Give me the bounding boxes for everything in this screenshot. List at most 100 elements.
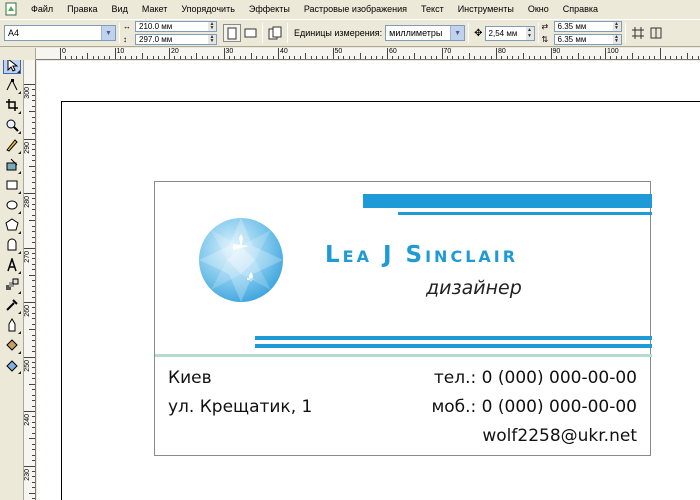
- horizontal-ruler[interactable]: 0 10 20 30 40 50 60 70 80 90 100: [36, 48, 700, 60]
- chevron-down-icon[interactable]: ▼: [101, 26, 115, 40]
- card-job-title[interactable]: дизайнер: [426, 277, 522, 299]
- ruler-label: 10: [116, 48, 125, 55]
- snap-grid-button[interactable]: [629, 24, 647, 42]
- card-email[interactable]: wolf2258@ukr.net: [482, 426, 637, 446]
- ruler-tick: [664, 56, 666, 59]
- paper-size-select[interactable]: A4 ▼: [4, 25, 116, 41]
- ruler-label: 60: [389, 48, 397, 55]
- spinner-icon[interactable]: ▲ ▼: [208, 35, 216, 44]
- ruler-tick: [408, 56, 410, 59]
- ruler-label: 300: [24, 87, 31, 99]
- ruler-tick: [32, 154, 35, 156]
- card-phone[interactable]: тел.: 0 (000) 000-00-00: [434, 368, 637, 388]
- ruler-tick: [250, 53, 252, 59]
- spinner-icon[interactable]: ▲ ▼: [612, 35, 621, 44]
- ruler-tick: [555, 56, 557, 59]
- dup-y-input[interactable]: 6.35 мм ▲ ▼: [553, 34, 622, 45]
- drawing-canvas[interactable]: Lea J Sinclair дизайнер Киев ул. Крещати…: [37, 61, 700, 500]
- text-tool[interactable]: [3, 256, 21, 274]
- ruler-tick: [125, 56, 127, 59]
- page-height-input[interactable]: 297.0 мм ▲ ▼: [135, 34, 217, 45]
- ruler-corner[interactable]: [0, 48, 36, 60]
- spinner-icon[interactable]: ▲ ▼: [525, 26, 534, 40]
- dup-x-input[interactable]: 6.35 мм ▲ ▼: [553, 21, 622, 32]
- menu-text[interactable]: Текст: [414, 0, 451, 18]
- units-select[interactable]: миллиметры ▼: [385, 25, 466, 41]
- menu-tools[interactable]: Инструменты: [451, 0, 521, 18]
- ellipse-tool[interactable]: [3, 196, 21, 214]
- ruler-tick: [288, 56, 290, 59]
- ruler-tick: [32, 214, 35, 216]
- crop-tool[interactable]: [3, 96, 21, 114]
- landscape-button[interactable]: [241, 24, 259, 42]
- all-pages-button[interactable]: [266, 24, 284, 42]
- rectangle-tool[interactable]: [3, 176, 21, 194]
- basic-shapes-tool[interactable]: [3, 236, 21, 254]
- card-city[interactable]: Киев: [168, 368, 212, 388]
- menu-window[interactable]: Окно: [521, 0, 556, 18]
- interactive-fill-tool[interactable]: [3, 356, 21, 374]
- card-street[interactable]: ул. Крещатик, 1: [168, 397, 312, 417]
- ruler-tick: [32, 242, 35, 244]
- menu-arrange[interactable]: Упорядочить: [174, 0, 242, 18]
- ruler-tick: [430, 56, 432, 59]
- page-width-input[interactable]: 210.0 мм ▲ ▼: [135, 21, 217, 32]
- ruler-tick: [109, 56, 111, 59]
- card-name[interactable]: Lea J Sinclair: [325, 242, 518, 268]
- ruler-tick: [566, 56, 568, 59]
- chevron-down-icon[interactable]: ▼: [450, 26, 465, 40]
- smart-fill-tool[interactable]: [3, 156, 21, 174]
- ruler-tick: [29, 165, 35, 167]
- ruler-tick: [223, 48, 225, 59]
- document-icon[interactable]: [4, 2, 18, 16]
- fill-tool[interactable]: [3, 336, 21, 354]
- crop-icon: [6, 99, 18, 111]
- ruler-tick: [103, 56, 105, 59]
- ruler-tick: [370, 56, 372, 59]
- outline-tool[interactable]: [3, 316, 21, 334]
- page-border-left: [61, 101, 62, 500]
- ruler-tick: [29, 329, 35, 331]
- menu-view[interactable]: Вид: [105, 0, 135, 18]
- ruler-tick: [610, 56, 612, 59]
- eyedropper-tool[interactable]: [3, 296, 21, 314]
- accent-stripe-thin: [398, 212, 652, 215]
- card-mobile[interactable]: моб.: 0 (000) 000-00-00: [431, 397, 637, 417]
- ruler-tick: [32, 449, 35, 451]
- interactive-blend-tool[interactable]: [3, 276, 21, 294]
- ruler-label: 290: [24, 141, 31, 154]
- ruler-tick: [130, 56, 132, 59]
- nudge-input[interactable]: 2,54 мм ▲ ▼: [484, 25, 535, 41]
- vertical-ruler[interactable]: 300 290 280 270 260 250 240 230: [24, 60, 36, 500]
- menu-effects[interactable]: Эффекты: [242, 0, 297, 18]
- ruler-label: 260: [24, 305, 31, 317]
- ruler-tick: [114, 48, 116, 59]
- ruler-tick: [32, 116, 35, 118]
- ruler-tick: [490, 56, 492, 59]
- spinner-icon[interactable]: ▲ ▼: [612, 22, 621, 31]
- ruler-tick: [692, 56, 694, 59]
- ruler-tick: [496, 48, 497, 59]
- portrait-button[interactable]: [223, 24, 241, 42]
- ruler-tick: [299, 56, 301, 59]
- rectangle-icon: [6, 180, 18, 190]
- ruler-label: 90: [552, 48, 561, 55]
- ruler-tick: [321, 56, 323, 59]
- shape-tool[interactable]: [3, 76, 21, 94]
- business-card[interactable]: Lea J Sinclair дизайнер Киев ул. Крещати…: [154, 181, 652, 456]
- menu-file[interactable]: Файл: [24, 0, 60, 18]
- menu-edit[interactable]: Правка: [60, 0, 104, 18]
- menu-layout[interactable]: Макет: [135, 0, 174, 18]
- ruler-tick: [327, 56, 329, 59]
- ruler-tick: [594, 56, 596, 59]
- zoom-tool[interactable]: [3, 116, 21, 134]
- snap-guides-button[interactable]: [647, 24, 665, 42]
- polygon-tool[interactable]: [3, 216, 21, 234]
- ruler-tick: [29, 438, 35, 440]
- menu-bitmaps[interactable]: Растровые изображения: [297, 0, 414, 18]
- ruler-tick: [24, 138, 35, 140]
- freehand-tool[interactable]: [3, 136, 21, 154]
- menu-help[interactable]: Справка: [556, 0, 605, 18]
- spinner-icon[interactable]: ▲ ▼: [208, 22, 216, 31]
- ruler-tick: [436, 56, 438, 59]
